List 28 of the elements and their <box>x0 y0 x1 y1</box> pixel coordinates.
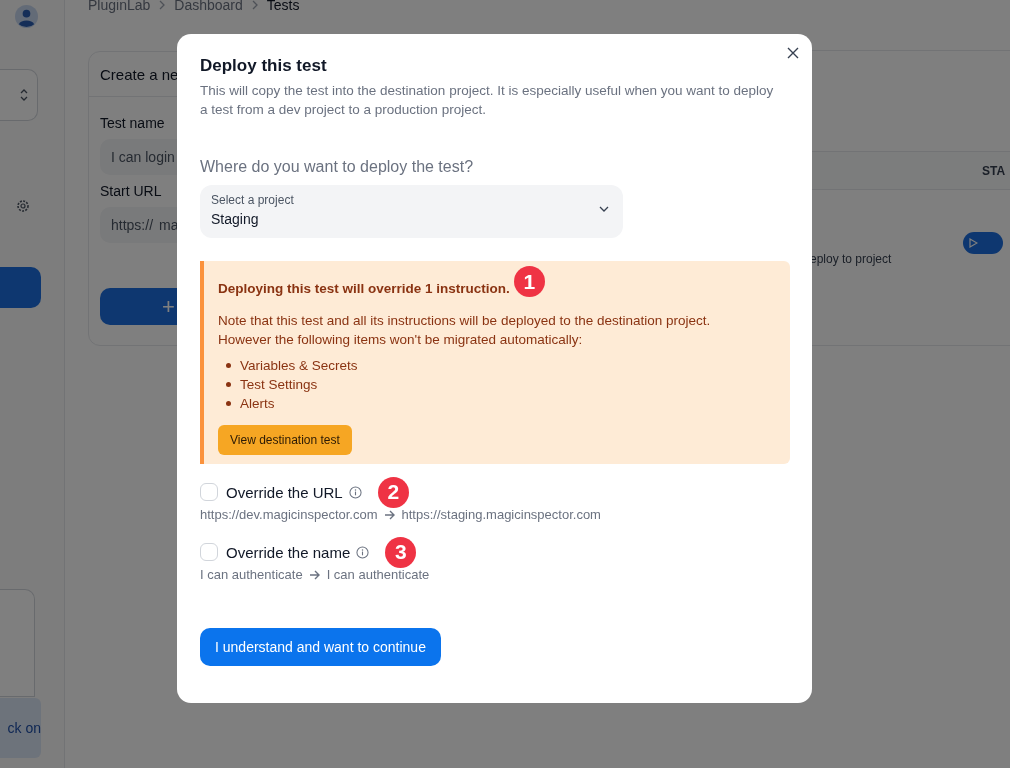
annotation-badge: 3 <box>385 536 417 568</box>
from-value: https://dev.magicinspector.com <box>200 507 378 522</box>
project-select[interactable]: Select a project Staging <box>200 185 623 238</box>
breadcrumb-item[interactable]: Dashboard <box>174 0 243 13</box>
to-value: https://staging.magicinspector.com <box>401 507 601 522</box>
breadcrumb-item[interactable]: Tests <box>266 0 300 13</box>
list-item: Alerts <box>240 395 275 413</box>
sidebar-button[interactable]: ck on <box>0 698 41 758</box>
continue-button[interactable]: I understand and want to continue <box>200 628 441 666</box>
breadcrumb-item[interactable]: PluginLab <box>88 0 151 13</box>
column-header: STA <box>982 163 1006 178</box>
view-destination-button[interactable]: View destination test <box>218 425 352 455</box>
card-title: Create a ne <box>100 66 179 83</box>
option-label[interactable]: Override the URL <box>226 483 343 501</box>
list-item: Variables & Secrets <box>240 357 358 375</box>
field-label: Test name <box>100 115 166 131</box>
list-item: Test Settings <box>240 376 318 394</box>
to-value: I can authenticate <box>326 567 430 582</box>
alert-title: Deploying this test will override 1 instruction. <box>218 281 510 297</box>
annotation-badge: 2 <box>377 476 409 508</box>
question-label: Where do you want to deploy the test? <box>200 158 475 176</box>
dialog-description: This will copy the test into the destination project. It is especially useful when you want to deploy a test from a dev project to a production project. <box>200 82 775 119</box>
annotation-badge: 1 <box>513 266 545 297</box>
from-value: I can authenticate <box>200 567 303 582</box>
option-label[interactable]: Override the name <box>226 543 351 561</box>
field-label: Start URL <box>100 183 163 199</box>
dialog-title: Deploy this test <box>200 56 328 76</box>
alert-text: Note that this test and all its instructions will be deployed to the destination project. However the following items won't be migrated automatically: <box>218 312 712 349</box>
